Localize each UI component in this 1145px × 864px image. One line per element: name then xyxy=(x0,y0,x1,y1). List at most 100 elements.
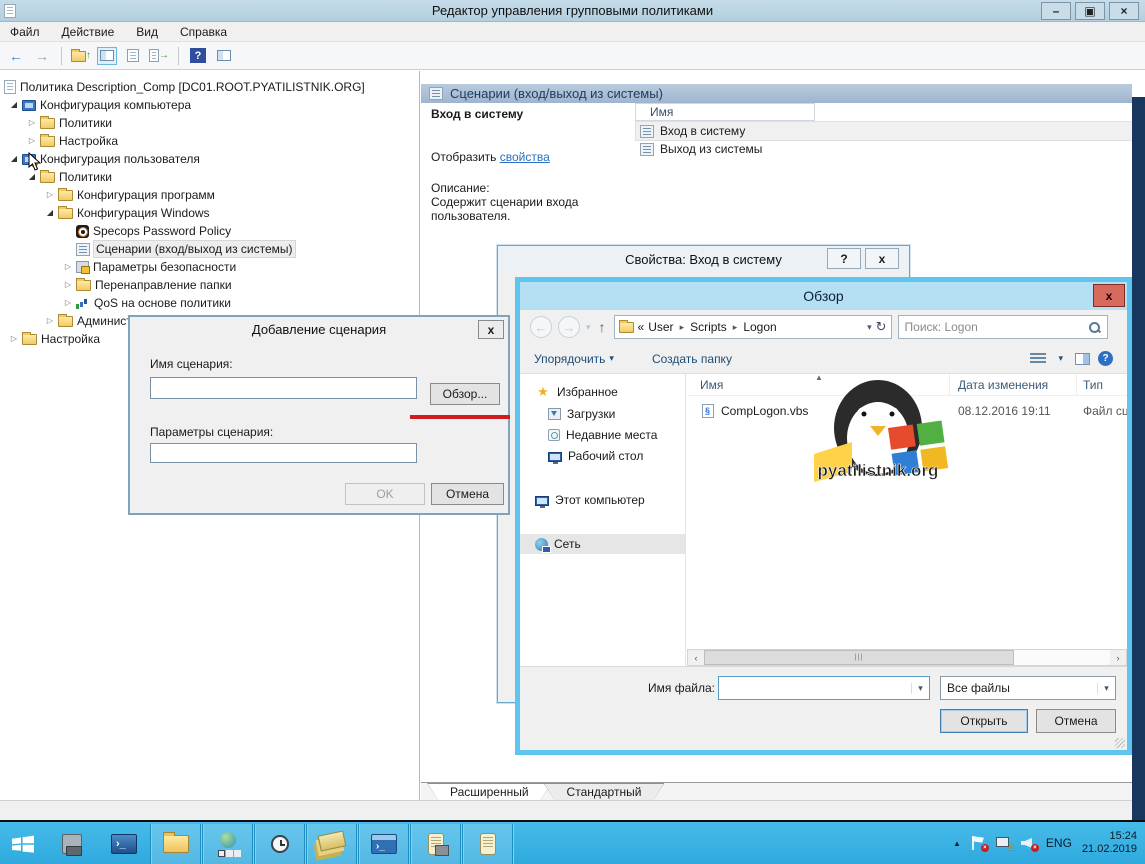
open-button[interactable]: Открыть xyxy=(940,709,1028,733)
taskbar-gpmc[interactable] xyxy=(410,824,462,864)
address-bar[interactable]: « User ▸ Scripts ▸ Logon ▾ ↻ xyxy=(614,315,892,339)
column-date-modified[interactable]: Дата изменения xyxy=(950,374,1077,395)
taskbar-clock[interactable]: 15:24 21.02.2019 xyxy=(1082,830,1137,856)
tree-item-policies-user[interactable]: ◢ Политики xyxy=(0,168,419,186)
properties-icon[interactable] xyxy=(123,47,143,65)
sidebar-item-downloads[interactable]: Загрузки xyxy=(520,404,685,424)
organize-dropdown-icon[interactable]: ▾ xyxy=(609,353,614,364)
tree-item-windows-settings[interactable]: ◢ Конфигурация Windows xyxy=(0,204,419,222)
tree-item-preferences-comp[interactable]: ▷ Настройка xyxy=(0,132,419,150)
filename-combobox[interactable]: ▾ xyxy=(718,676,930,700)
show-console-tree-icon[interactable] xyxy=(97,47,117,65)
ok-button[interactable]: OK xyxy=(345,483,425,505)
taskbar-gp-editor[interactable] xyxy=(462,824,514,864)
breadcrumb-collapsed[interactable]: « xyxy=(638,320,645,334)
sidebar-item-this-pc[interactable]: Этот компьютер xyxy=(520,490,685,510)
taskbar-powershell-ise[interactable]: ›_ xyxy=(358,824,410,864)
sidebar-item-desktop[interactable]: Рабочий стол xyxy=(520,446,685,466)
sidebar-item-favorites[interactable]: Избранное xyxy=(520,382,685,402)
refresh-icon[interactable]: ↻ xyxy=(876,319,887,335)
organize-button[interactable]: Упорядочить xyxy=(534,352,605,366)
taskbar-server-manager[interactable] xyxy=(46,824,98,864)
menu-file[interactable]: Файл xyxy=(10,25,40,39)
tree-item-security-settings[interactable]: ▷ Параметры безопасности xyxy=(0,258,419,276)
scrollbar-track[interactable] xyxy=(1014,650,1110,665)
tree-item-policy-root[interactable]: Политика Description_Comp [DC01.ROOT.PYA… xyxy=(0,78,419,96)
forward-icon[interactable]: → xyxy=(558,316,580,338)
script-name-input[interactable] xyxy=(150,377,417,399)
restore-button[interactable]: ▣ xyxy=(1075,2,1105,20)
close-button[interactable]: × xyxy=(1109,2,1139,20)
list-item-logoff[interactable]: Выход из системы xyxy=(636,140,1132,158)
expander-closed-icon[interactable]: ▷ xyxy=(26,132,38,150)
preview-pane-icon[interactable] xyxy=(1075,353,1090,365)
up-one-level-icon[interactable]: ↑ xyxy=(71,47,91,65)
help-icon[interactable]: ? xyxy=(188,47,208,65)
volume-muted-icon[interactable]: × xyxy=(1021,836,1036,850)
address-dropdown-icon[interactable]: ▾ xyxy=(867,322,872,333)
help-button[interactable]: ? xyxy=(827,248,861,269)
new-folder-button[interactable]: Создать папку xyxy=(652,352,732,366)
script-params-input[interactable] xyxy=(150,443,417,463)
minimize-button[interactable]: – xyxy=(1041,2,1071,20)
title-bar[interactable]: Редактор управления групповыми политикам… xyxy=(0,0,1145,22)
language-indicator[interactable]: ENG xyxy=(1046,836,1072,850)
chevron-down-icon[interactable]: ▾ xyxy=(1097,683,1115,694)
network-status-icon[interactable]: ⚠ xyxy=(996,836,1011,850)
browse-button[interactable]: Обзор... xyxy=(430,383,500,405)
expander-open-icon[interactable]: ◢ xyxy=(44,204,56,222)
taskbar-ad-tool[interactable] xyxy=(202,824,254,864)
action-center-icon[interactable]: × xyxy=(971,836,986,850)
tree-item-computer-config[interactable]: ◢ Конфигурация компьютера xyxy=(0,96,419,114)
expander-closed-icon[interactable]: ▷ xyxy=(44,312,56,330)
files-horizontal-scrollbar[interactable]: ‹ ||| › xyxy=(687,649,1127,666)
scroll-left-icon[interactable]: ‹ xyxy=(688,650,704,665)
properties-link[interactable]: свойства xyxy=(500,150,550,164)
search-icon[interactable] xyxy=(1088,321,1101,334)
file-row-complogon[interactable]: CompLogon.vbs 08.12.2016 19:11 Файл сце xyxy=(687,400,1127,422)
cancel-button[interactable]: Отмена xyxy=(431,483,504,505)
sidebar-item-network[interactable]: Сеть xyxy=(520,534,685,554)
filetype-combobox[interactable]: Все файлы ▾ xyxy=(940,676,1116,700)
taskbar-powershell[interactable]: ›_ xyxy=(98,824,150,864)
column-type[interactable]: Тип xyxy=(1077,374,1127,395)
view-mode-dropdown-icon[interactable]: ▾ xyxy=(1058,353,1063,364)
expander-closed-icon[interactable]: ▷ xyxy=(62,276,74,294)
close-button[interactable]: x xyxy=(478,320,504,339)
tree-item-specops[interactable]: Specops Password Policy xyxy=(0,222,419,240)
forward-icon[interactable]: → xyxy=(32,47,52,65)
sidebar-item-recent-places[interactable]: Недавние места xyxy=(520,425,685,445)
cancel-button[interactable]: Отмена xyxy=(1036,709,1116,733)
list-item-logon[interactable]: Вход в систему xyxy=(636,122,1132,140)
tree-item-qos[interactable]: ▷ QoS на основе политики xyxy=(0,294,419,312)
show-hidden-icons[interactable]: ▲ xyxy=(953,839,961,848)
column-header-name[interactable]: Имя xyxy=(635,103,815,121)
tree-item-user-config[interactable]: ◢ Конфигурация пользователя xyxy=(0,150,419,168)
tree-item-software-settings[interactable]: ▷ Конфигурация программ xyxy=(0,186,419,204)
expander-closed-icon[interactable]: ▷ xyxy=(44,186,56,204)
view-mode-icon[interactable] xyxy=(1030,353,1046,365)
scroll-right-icon[interactable]: › xyxy=(1110,650,1126,665)
dialog-title-bar[interactable]: Обзор xyxy=(520,282,1127,310)
expander-closed-icon[interactable]: ▷ xyxy=(26,114,38,132)
menu-view[interactable]: Вид xyxy=(136,25,158,39)
recent-pages-icon[interactable]: ▾ xyxy=(586,322,591,333)
breadcrumb-user[interactable]: User xyxy=(648,320,673,334)
new-window-icon[interactable] xyxy=(214,47,234,65)
breadcrumb-logon[interactable]: Logon xyxy=(743,320,776,334)
tree-item-folder-redirection[interactable]: ▷ Перенаправление папки xyxy=(0,276,419,294)
tree-item-scripts[interactable]: Сценарии (вход/выход из системы) xyxy=(0,240,419,258)
back-icon[interactable]: ← xyxy=(530,316,552,338)
chevron-down-icon[interactable]: ▾ xyxy=(911,683,929,694)
taskbar-time-service[interactable] xyxy=(254,824,306,864)
close-button[interactable]: x xyxy=(1093,284,1125,307)
menu-help[interactable]: Справка xyxy=(180,25,227,39)
taskbar-file-explorer[interactable] xyxy=(150,824,202,864)
export-list-icon[interactable]: → xyxy=(149,47,169,65)
expander-open-icon[interactable]: ◢ xyxy=(8,150,20,168)
menu-action[interactable]: Действие xyxy=(62,25,115,39)
expander-closed-icon[interactable]: ▷ xyxy=(62,294,74,312)
expander-closed-icon[interactable]: ▷ xyxy=(8,330,20,348)
tree-item-policies-comp[interactable]: ▷ Политики xyxy=(0,114,419,132)
taskbar-library[interactable] xyxy=(306,824,358,864)
